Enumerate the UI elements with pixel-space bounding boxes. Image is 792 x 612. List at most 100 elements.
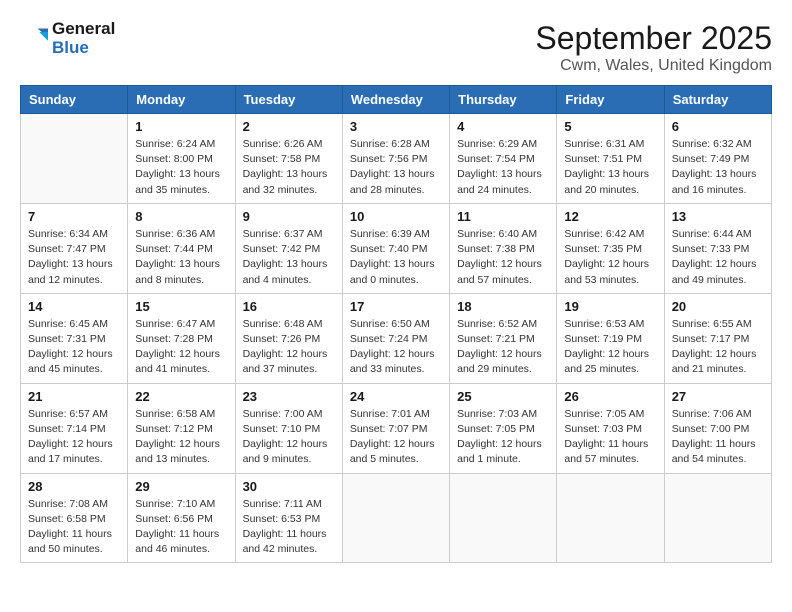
- calendar-cell: 6 Sunrise: 6:32 AMSunset: 7:49 PMDayligh…: [664, 114, 771, 204]
- calendar-cell: 22 Sunrise: 6:58 AMSunset: 7:12 PMDaylig…: [128, 383, 235, 473]
- day-number: 30: [243, 479, 335, 494]
- day-info: Sunrise: 6:58 AMSunset: 7:12 PMDaylight:…: [135, 407, 227, 468]
- weekday-header-monday: Monday: [128, 86, 235, 114]
- calendar-cell: 27 Sunrise: 7:06 AMSunset: 7:00 PMDaylig…: [664, 383, 771, 473]
- day-number: 13: [672, 209, 764, 224]
- day-info: Sunrise: 6:37 AMSunset: 7:42 PMDaylight:…: [243, 227, 335, 288]
- logo: General Blue: [20, 20, 115, 57]
- calendar-cell: 21 Sunrise: 6:57 AMSunset: 7:14 PMDaylig…: [21, 383, 128, 473]
- day-info: Sunrise: 6:50 AMSunset: 7:24 PMDaylight:…: [350, 317, 442, 378]
- calendar-cell: [664, 473, 771, 563]
- day-info: Sunrise: 6:26 AMSunset: 7:58 PMDaylight:…: [243, 137, 335, 198]
- calendar-week-row: 21 Sunrise: 6:57 AMSunset: 7:14 PMDaylig…: [21, 383, 772, 473]
- calendar-cell: 19 Sunrise: 6:53 AMSunset: 7:19 PMDaylig…: [557, 293, 664, 383]
- day-info: Sunrise: 6:44 AMSunset: 7:33 PMDaylight:…: [672, 227, 764, 288]
- calendar-cell: 2 Sunrise: 6:26 AMSunset: 7:58 PMDayligh…: [235, 114, 342, 204]
- day-info: Sunrise: 6:29 AMSunset: 7:54 PMDaylight:…: [457, 137, 549, 198]
- day-info: Sunrise: 6:45 AMSunset: 7:31 PMDaylight:…: [28, 317, 120, 378]
- day-number: 17: [350, 299, 442, 314]
- day-info: Sunrise: 6:42 AMSunset: 7:35 PMDaylight:…: [564, 227, 656, 288]
- day-number: 21: [28, 389, 120, 404]
- day-info: Sunrise: 7:03 AMSunset: 7:05 PMDaylight:…: [457, 407, 549, 468]
- calendar-cell: [450, 473, 557, 563]
- calendar-cell: 7 Sunrise: 6:34 AMSunset: 7:47 PMDayligh…: [21, 203, 128, 293]
- calendar-cell: 14 Sunrise: 6:45 AMSunset: 7:31 PMDaylig…: [21, 293, 128, 383]
- calendar-cell: 5 Sunrise: 6:31 AMSunset: 7:51 PMDayligh…: [557, 114, 664, 204]
- calendar-cell: 29 Sunrise: 7:10 AMSunset: 6:56 PMDaylig…: [128, 473, 235, 563]
- day-number: 2: [243, 119, 335, 134]
- calendar-cell: 11 Sunrise: 6:40 AMSunset: 7:38 PMDaylig…: [450, 203, 557, 293]
- calendar-table: SundayMondayTuesdayWednesdayThursdayFrid…: [20, 85, 772, 563]
- day-info: Sunrise: 7:10 AMSunset: 6:56 PMDaylight:…: [135, 497, 227, 558]
- day-info: Sunrise: 6:55 AMSunset: 7:17 PMDaylight:…: [672, 317, 764, 378]
- calendar-cell: 3 Sunrise: 6:28 AMSunset: 7:56 PMDayligh…: [342, 114, 449, 204]
- day-number: 19: [564, 299, 656, 314]
- calendar-cell: 13 Sunrise: 6:44 AMSunset: 7:33 PMDaylig…: [664, 203, 771, 293]
- day-info: Sunrise: 6:52 AMSunset: 7:21 PMDaylight:…: [457, 317, 549, 378]
- logo-icon: [20, 25, 48, 53]
- day-number: 6: [672, 119, 764, 134]
- day-info: Sunrise: 6:31 AMSunset: 7:51 PMDaylight:…: [564, 137, 656, 198]
- calendar-cell: 15 Sunrise: 6:47 AMSunset: 7:28 PMDaylig…: [128, 293, 235, 383]
- day-info: Sunrise: 6:40 AMSunset: 7:38 PMDaylight:…: [457, 227, 549, 288]
- calendar-cell: 4 Sunrise: 6:29 AMSunset: 7:54 PMDayligh…: [450, 114, 557, 204]
- weekday-header-sunday: Sunday: [21, 86, 128, 114]
- day-number: 7: [28, 209, 120, 224]
- day-info: Sunrise: 6:47 AMSunset: 7:28 PMDaylight:…: [135, 317, 227, 378]
- logo-text: General Blue: [52, 20, 115, 57]
- day-number: 27: [672, 389, 764, 404]
- day-info: Sunrise: 7:00 AMSunset: 7:10 PMDaylight:…: [243, 407, 335, 468]
- day-info: Sunrise: 7:11 AMSunset: 6:53 PMDaylight:…: [243, 497, 335, 558]
- calendar-cell: 25 Sunrise: 7:03 AMSunset: 7:05 PMDaylig…: [450, 383, 557, 473]
- calendar-cell: 30 Sunrise: 7:11 AMSunset: 6:53 PMDaylig…: [235, 473, 342, 563]
- day-number: 9: [243, 209, 335, 224]
- calendar-cell: [557, 473, 664, 563]
- day-number: 22: [135, 389, 227, 404]
- day-number: 28: [28, 479, 120, 494]
- page-header: General Blue September 2025 Cwm, Wales, …: [20, 20, 772, 75]
- day-number: 23: [243, 389, 335, 404]
- day-info: Sunrise: 7:08 AMSunset: 6:58 PMDaylight:…: [28, 497, 120, 558]
- day-number: 11: [457, 209, 549, 224]
- day-info: Sunrise: 6:24 AMSunset: 8:00 PMDaylight:…: [135, 137, 227, 198]
- day-info: Sunrise: 6:34 AMSunset: 7:47 PMDaylight:…: [28, 227, 120, 288]
- calendar-cell: 26 Sunrise: 7:05 AMSunset: 7:03 PMDaylig…: [557, 383, 664, 473]
- day-number: 26: [564, 389, 656, 404]
- day-number: 12: [564, 209, 656, 224]
- day-info: Sunrise: 6:53 AMSunset: 7:19 PMDaylight:…: [564, 317, 656, 378]
- calendar-cell: 1 Sunrise: 6:24 AMSunset: 8:00 PMDayligh…: [128, 114, 235, 204]
- weekday-header-friday: Friday: [557, 86, 664, 114]
- calendar-cell: 9 Sunrise: 6:37 AMSunset: 7:42 PMDayligh…: [235, 203, 342, 293]
- calendar-cell: 23 Sunrise: 7:00 AMSunset: 7:10 PMDaylig…: [235, 383, 342, 473]
- day-number: 24: [350, 389, 442, 404]
- calendar-cell: [21, 114, 128, 204]
- day-info: Sunrise: 6:48 AMSunset: 7:26 PMDaylight:…: [243, 317, 335, 378]
- calendar-week-row: 14 Sunrise: 6:45 AMSunset: 7:31 PMDaylig…: [21, 293, 772, 383]
- day-number: 20: [672, 299, 764, 314]
- calendar-cell: 28 Sunrise: 7:08 AMSunset: 6:58 PMDaylig…: [21, 473, 128, 563]
- weekday-header-wednesday: Wednesday: [342, 86, 449, 114]
- day-number: 3: [350, 119, 442, 134]
- calendar-cell: 17 Sunrise: 6:50 AMSunset: 7:24 PMDaylig…: [342, 293, 449, 383]
- calendar-week-row: 7 Sunrise: 6:34 AMSunset: 7:47 PMDayligh…: [21, 203, 772, 293]
- month-title: September 2025: [535, 20, 772, 57]
- day-number: 1: [135, 119, 227, 134]
- day-info: Sunrise: 6:32 AMSunset: 7:49 PMDaylight:…: [672, 137, 764, 198]
- calendar-header-row: SundayMondayTuesdayWednesdayThursdayFrid…: [21, 86, 772, 114]
- calendar-cell: 18 Sunrise: 6:52 AMSunset: 7:21 PMDaylig…: [450, 293, 557, 383]
- day-info: Sunrise: 6:39 AMSunset: 7:40 PMDaylight:…: [350, 227, 442, 288]
- calendar-cell: 12 Sunrise: 6:42 AMSunset: 7:35 PMDaylig…: [557, 203, 664, 293]
- calendar-cell: 24 Sunrise: 7:01 AMSunset: 7:07 PMDaylig…: [342, 383, 449, 473]
- day-info: Sunrise: 7:06 AMSunset: 7:00 PMDaylight:…: [672, 407, 764, 468]
- day-info: Sunrise: 6:28 AMSunset: 7:56 PMDaylight:…: [350, 137, 442, 198]
- day-info: Sunrise: 7:01 AMSunset: 7:07 PMDaylight:…: [350, 407, 442, 468]
- calendar-title-section: September 2025 Cwm, Wales, United Kingdo…: [535, 20, 772, 75]
- day-info: Sunrise: 6:57 AMSunset: 7:14 PMDaylight:…: [28, 407, 120, 468]
- day-number: 25: [457, 389, 549, 404]
- day-number: 15: [135, 299, 227, 314]
- day-number: 29: [135, 479, 227, 494]
- weekday-header-tuesday: Tuesday: [235, 86, 342, 114]
- day-info: Sunrise: 7:05 AMSunset: 7:03 PMDaylight:…: [564, 407, 656, 468]
- calendar-cell: 8 Sunrise: 6:36 AMSunset: 7:44 PMDayligh…: [128, 203, 235, 293]
- day-number: 4: [457, 119, 549, 134]
